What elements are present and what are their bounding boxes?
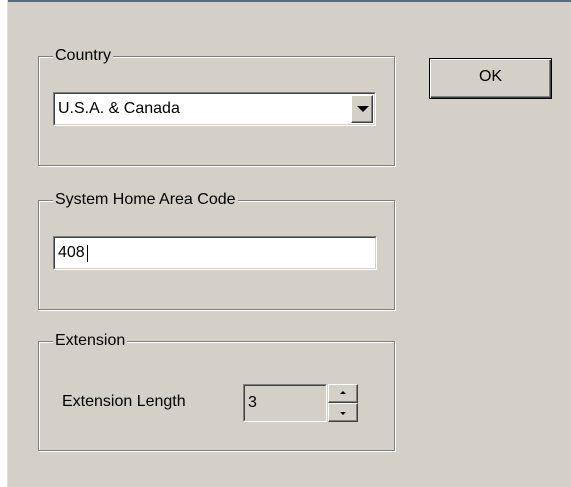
area-code-input[interactable]: 408: [53, 236, 377, 270]
spin-up-button[interactable]: [328, 384, 358, 403]
ok-button-label: OK: [478, 68, 503, 85]
extension-group: Extension Extension Length 3: [38, 332, 395, 451]
extension-length-label: Extension Length: [62, 393, 186, 410]
country-dropdown-button[interactable]: [351, 95, 373, 123]
window-left-edge: [0, 0, 8, 487]
spin-down-icon: [340, 412, 346, 415]
spin-up-icon: [340, 391, 346, 394]
extension-group-label: Extension: [53, 332, 128, 350]
text-caret: [87, 245, 88, 262]
chevron-down-icon: [357, 106, 369, 112]
spin-down-button[interactable]: [328, 403, 358, 422]
extension-length-value: 3: [248, 394, 257, 411]
country-group: Country U.S.A. & Canada: [38, 47, 395, 166]
settings-dialog: Country U.S.A. & Canada OK System Home A…: [8, 2, 571, 487]
area-code-group-label: System Home Area Code: [53, 191, 238, 209]
ok-button[interactable]: OK: [429, 58, 552, 99]
extension-length-spinner: [328, 384, 358, 422]
area-code-input-value: 408: [58, 244, 85, 261]
area-code-group: System Home Area Code 408: [38, 191, 395, 310]
country-select-value: U.S.A. & Canada: [58, 100, 180, 117]
country-group-label: Country: [53, 47, 114, 65]
country-select[interactable]: U.S.A. & Canada: [53, 92, 376, 126]
extension-length-field[interactable]: 3: [243, 384, 327, 422]
